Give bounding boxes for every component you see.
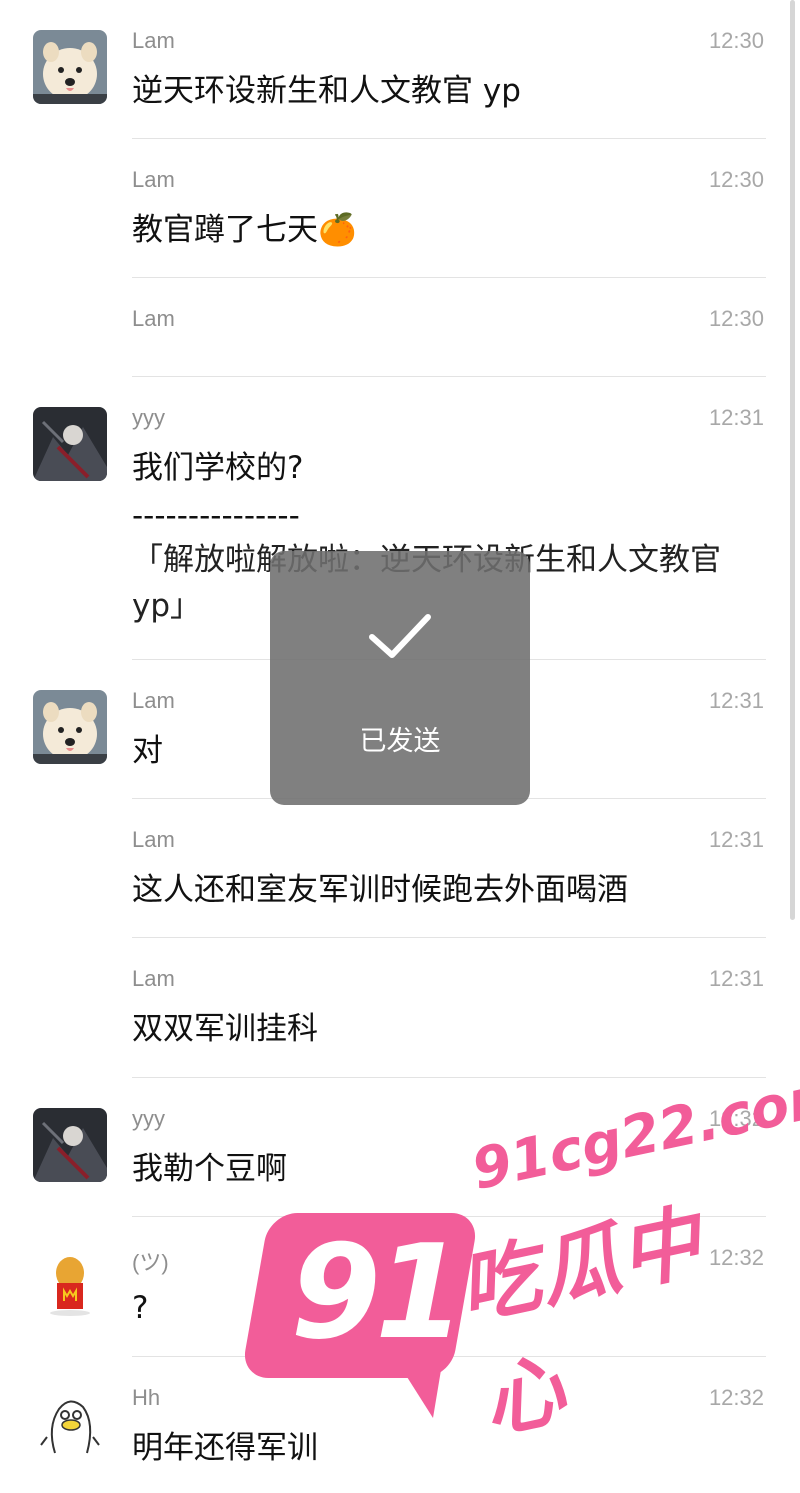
message-time: 12:31 <box>708 827 764 852</box>
sender-name: yyy <box>132 1106 165 1131</box>
message-text: 这人还和室友军训时候跑去外面喝酒 <box>132 872 628 908</box>
message-text: 逆天环设新生和人文教官 yp <box>132 73 521 109</box>
message-item[interactable]: Lam 12:31 这人还和室友军训时候跑去外面喝酒 <box>0 799 800 938</box>
sender-name: Lam <box>132 306 175 331</box>
sender-name: Hh <box>132 1385 161 1410</box>
message-time: 12:30 <box>708 306 764 331</box>
sent-toast: 已发送 <box>270 551 530 805</box>
message-text: 教官蹲了七天🍊 <box>132 212 357 248</box>
dark-art-avatar[interactable] <box>33 1108 107 1182</box>
quote-separator: --------------- <box>132 498 300 534</box>
message-time: 12:31 <box>708 405 764 430</box>
message-item[interactable]: Lam 12:30 <box>0 278 800 377</box>
message-text: 我们学校的? <box>132 450 304 486</box>
message-time: 12:31 <box>708 688 764 713</box>
message-time: 12:31 <box>708 966 764 991</box>
sender-name: (ツ) <box>132 1250 169 1275</box>
message-text: 明年还得军训 <box>132 1430 318 1466</box>
scrollbar[interactable] <box>790 0 795 920</box>
watermark-number: 91 <box>290 1216 466 1368</box>
message-time: 12:30 <box>708 28 764 53</box>
toast-label: 已发送 <box>359 726 441 757</box>
sender-name: Lam <box>132 827 175 852</box>
dog-avatar[interactable] <box>33 690 107 764</box>
dark-art-avatar[interactable] <box>33 407 107 481</box>
watermark-name: 吃瓜中心 <box>450 1194 711 1451</box>
message-item[interactable]: Lam 12:31 双双军训挂科 <box>0 938 800 1078</box>
message-item[interactable]: Lam 12:30 逆天环设新生和人文教官 yp <box>0 0 800 139</box>
dog-avatar[interactable] <box>33 30 107 104</box>
sender-name: Lam <box>132 28 175 53</box>
message-time: 12:30 <box>708 167 764 192</box>
sender-name: Lam <box>132 688 175 713</box>
nugget-box-avatar[interactable] <box>33 1247 107 1321</box>
message-text: 双双军训挂科 <box>132 1011 318 1047</box>
sender-name: yyy <box>132 405 165 430</box>
sender-name: Lam <box>132 966 175 991</box>
duck-sketch-avatar[interactable] <box>33 1387 107 1461</box>
sender-name: Lam <box>132 167 175 192</box>
checkmark-icon <box>369 614 431 658</box>
message-item[interactable]: Lam 12:30 教官蹲了七天🍊 <box>0 139 800 278</box>
watermark-logo: 91 91cg22.com 吃瓜中心 <box>240 1060 800 1450</box>
